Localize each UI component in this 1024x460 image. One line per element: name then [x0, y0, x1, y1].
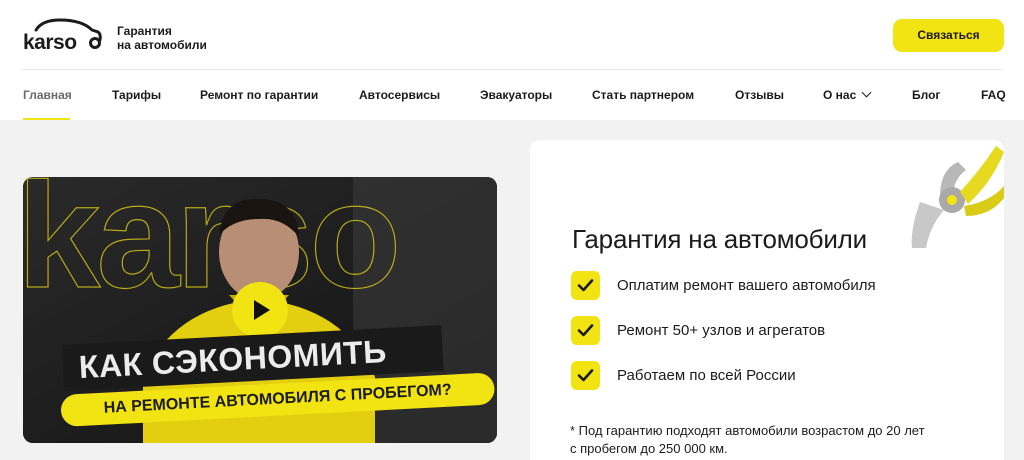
nav-item-tow-trucks[interactable]: Эвакуаторы — [480, 88, 552, 102]
checkmark-icon — [571, 271, 600, 300]
checkmark-icon — [571, 316, 600, 345]
header-tagline: Гарантия на автомобили — [117, 24, 227, 52]
nav-item-blog[interactable]: Блог — [912, 88, 940, 102]
nav-item-tariffs[interactable]: Тарифы — [112, 88, 161, 102]
checkmark-icon — [571, 361, 600, 390]
video-player[interactable]: karso КАК СЭКОНОМИТЬ НА РЕМОНТЕ АВТОМОБИ… — [23, 177, 497, 443]
tagline-line2: на автомобили — [117, 38, 207, 52]
nav-item-about-label: О нас — [823, 88, 857, 102]
feature-text: Работаем по всей России — [617, 367, 796, 384]
tagline-line1: Гарантия — [117, 24, 172, 38]
play-icon[interactable] — [232, 282, 288, 338]
footnote-line1: * Под гарантию подходят автомобили возра… — [570, 423, 925, 438]
feature-text: Оплатим ремонт вашего автомобиля — [617, 277, 876, 294]
nav-item-warranty-repair[interactable]: Ремонт по гарантии — [200, 88, 318, 102]
nav-item-car-services[interactable]: Автосервисы — [359, 88, 440, 102]
info-title: Гарантия на автомобили — [572, 224, 867, 254]
site-header: karso Гарантия на автомобили Связаться — [0, 0, 1024, 70]
pliers-icon — [911, 146, 1004, 248]
nav-item-about[interactable]: О нас — [823, 87, 872, 102]
svg-text:karso: karso — [23, 31, 77, 54]
video-brand-outline: karso — [23, 177, 397, 319]
nav-item-reviews[interactable]: Отзывы — [735, 88, 784, 102]
main-nav: Главная Тарифы Ремонт по гарантии Автосе… — [0, 70, 1024, 120]
chevron-down-icon — [861, 87, 872, 98]
feature-text: Ремонт 50+ узлов и агрегатов — [617, 322, 826, 339]
warranty-info-card: Гарантия на автомобили Оплатим ремонт ва… — [530, 140, 1004, 460]
nav-item-become-partner[interactable]: Стать партнером — [592, 88, 694, 102]
contact-button[interactable]: Связаться — [893, 19, 1004, 52]
hero-section: karso КАК СЭКОНОМИТЬ НА РЕМОНТЕ АВТОМОБИ… — [0, 120, 1024, 460]
warranty-footnote: * Под гарантию подходят автомобили возра… — [570, 422, 960, 458]
karso-logo[interactable]: karso — [22, 16, 102, 56]
footnote-line2: с пробегом до 250 000 км. — [570, 441, 728, 456]
nav-item-home[interactable]: Главная — [23, 88, 72, 102]
nav-item-faq[interactable]: FAQ — [981, 88, 1006, 102]
